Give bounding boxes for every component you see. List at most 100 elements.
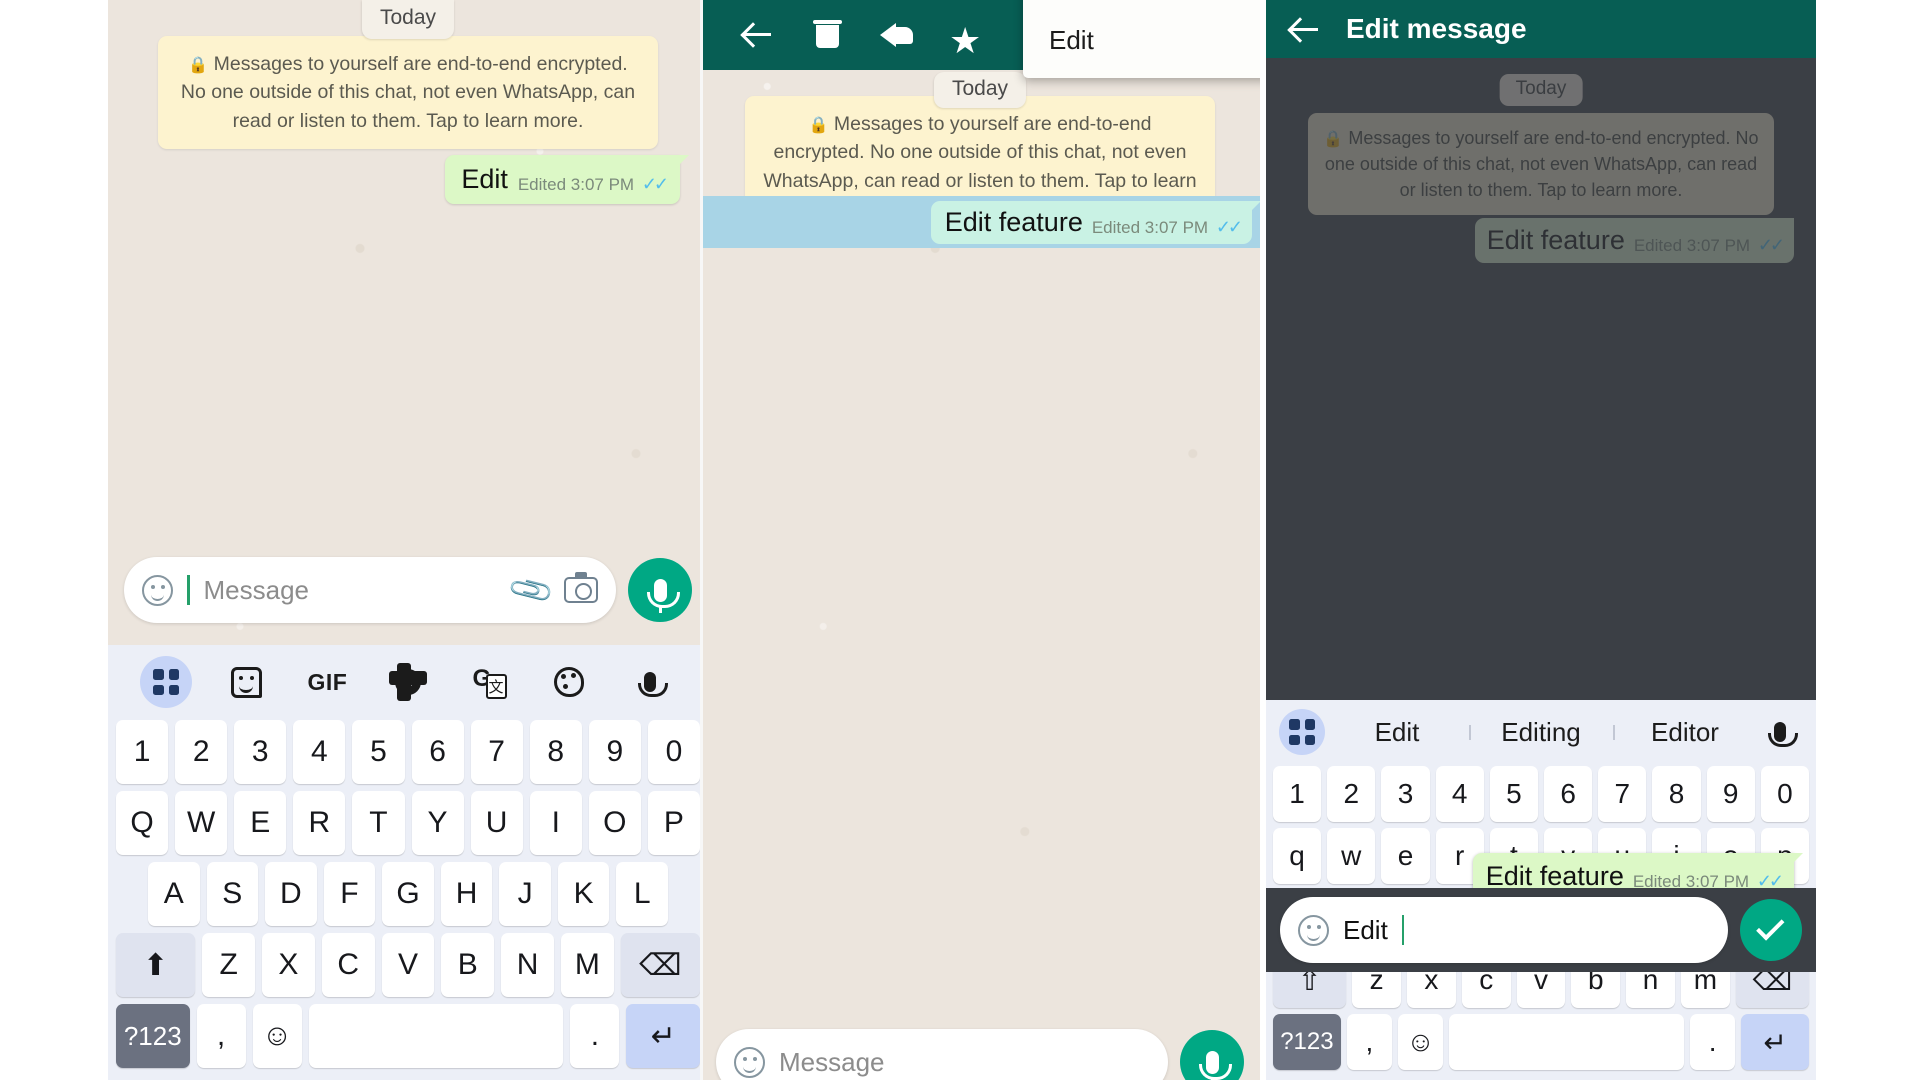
sticker-icon[interactable] [221,656,273,708]
encryption-notice[interactable]: 🔒 Messages to yourself are end-to-end en… [158,36,658,149]
enter-key[interactable]: ↵ [626,1004,700,1068]
key[interactable]: 9 [588,720,641,784]
outgoing-message-bubble[interactable]: Edit Edited 3:07 PM ✓✓ [445,155,689,204]
key[interactable]: I [529,791,582,855]
key[interactable]: 4 [1435,766,1484,822]
symbols-key[interactable]: ?123 [1273,1014,1341,1070]
key[interactable]: D [265,862,317,926]
camera-icon[interactable] [564,572,598,603]
key[interactable]: P [647,791,700,855]
key[interactable]: 8 [1652,766,1701,822]
menu-item-edit[interactable]: Edit [1023,9,1260,72]
reply-icon[interactable] [862,8,932,60]
suggestion-2[interactable]: Editing [1469,717,1613,748]
space-key[interactable] [1449,1014,1685,1070]
key[interactable]: 2 [175,720,228,784]
star-icon[interactable] [932,8,1002,60]
key[interactable]: X [262,933,315,997]
space-key[interactable] [308,1004,564,1068]
microphone-icon[interactable] [624,656,676,708]
translate-icon[interactable] [463,656,515,708]
suggestion-3[interactable]: Editor [1613,717,1757,748]
key[interactable]: 5 [1489,766,1538,822]
key[interactable]: 7 [1598,766,1647,822]
suggestion-1[interactable]: Edit [1325,717,1469,748]
message-input-field[interactable]: Message [716,1029,1168,1080]
key[interactable]: R [293,791,346,855]
key[interactable]: 4 [293,720,346,784]
enter-key[interactable]: ↵ [1741,1014,1809,1070]
gear-icon[interactable] [382,656,434,708]
key[interactable]: 2 [1327,766,1376,822]
key[interactable]: H [440,862,493,926]
key[interactable]: F [323,862,376,926]
key[interactable]: 0 [1760,766,1810,822]
gif-button[interactable]: GIF [301,656,353,708]
key[interactable]: 3 [234,720,287,784]
key[interactable]: A [147,862,200,926]
text-cursor [1401,915,1405,945]
selected-message-row[interactable]: Edit feature Edited 3:07 PM ✓✓ [700,196,1260,248]
emoji-key[interactable]: ☺ [252,1004,302,1068]
key[interactable]: B [441,933,495,997]
day-divider: Today [1499,74,1583,106]
key[interactable]: G [382,862,434,926]
key[interactable]: T [352,791,405,855]
key[interactable]: J [499,862,551,926]
key[interactable]: e [1381,828,1430,884]
key[interactable]: q [1272,828,1322,884]
key[interactable]: 9 [1706,766,1755,822]
period-key[interactable]: . [1690,1014,1736,1070]
message-input-field[interactable]: Message 📎 [124,557,616,623]
key[interactable]: U [470,791,523,855]
outgoing-message-bubble[interactable]: Edit feature Edited 3:07 PM ✓✓ [930,200,1260,244]
key[interactable]: Z [202,933,255,997]
key[interactable]: 1 [1272,766,1322,822]
smiley-icon[interactable] [142,574,173,606]
backspace-key[interactable]: ⌫ [620,933,700,997]
key[interactable]: Y [411,791,464,855]
smiley-icon[interactable] [734,1046,765,1078]
key[interactable]: O [588,791,641,855]
key[interactable]: C [321,933,375,997]
key[interactable]: 5 [352,720,405,784]
smiley-icon[interactable] [1298,914,1329,946]
comma-key[interactable]: , [1346,1014,1392,1070]
key[interactable]: L [616,862,669,926]
period-key[interactable]: . [570,1004,620,1068]
edit-input-field[interactable]: Edit [1280,897,1728,963]
key[interactable]: 1 [116,720,169,784]
microphone-icon[interactable] [1757,709,1803,755]
key[interactable]: S [206,862,259,926]
emoji-key[interactable]: ☺ [1397,1014,1444,1070]
key[interactable]: 0 [647,720,700,784]
key[interactable]: N [501,933,554,997]
symbols-key[interactable]: ?123 [116,1004,190,1068]
key[interactable]: V [381,933,435,997]
key[interactable]: K [557,862,610,926]
key[interactable]: 7 [470,720,523,784]
key[interactable]: 8 [529,720,582,784]
key[interactable]: Q [116,791,169,855]
palette-icon[interactable] [543,656,595,708]
trash-icon[interactable] [792,8,862,60]
left-margin [0,0,108,1080]
menu-item-copy[interactable]: Copy [1023,0,1260,9]
paperclip-icon[interactable]: 📎 [506,565,557,615]
key[interactable]: 6 [1544,766,1593,822]
key[interactable]: 3 [1381,766,1430,822]
voice-record-button[interactable] [628,558,692,622]
confirm-edit-button[interactable] [1740,899,1802,961]
key[interactable]: 6 [411,720,464,784]
key[interactable]: M [560,933,614,997]
key[interactable]: w [1327,828,1376,884]
grid-icon[interactable] [1279,709,1325,755]
grid-icon[interactable] [140,656,193,708]
back-arrow-icon[interactable] [1290,15,1318,43]
key[interactable]: E [234,791,287,855]
key[interactable]: W [175,791,228,855]
comma-key[interactable]: , [196,1004,246,1068]
shift-key[interactable]: ⬆ [116,933,196,997]
back-arrow-icon[interactable] [722,8,792,60]
voice-record-button[interactable] [1180,1030,1244,1080]
